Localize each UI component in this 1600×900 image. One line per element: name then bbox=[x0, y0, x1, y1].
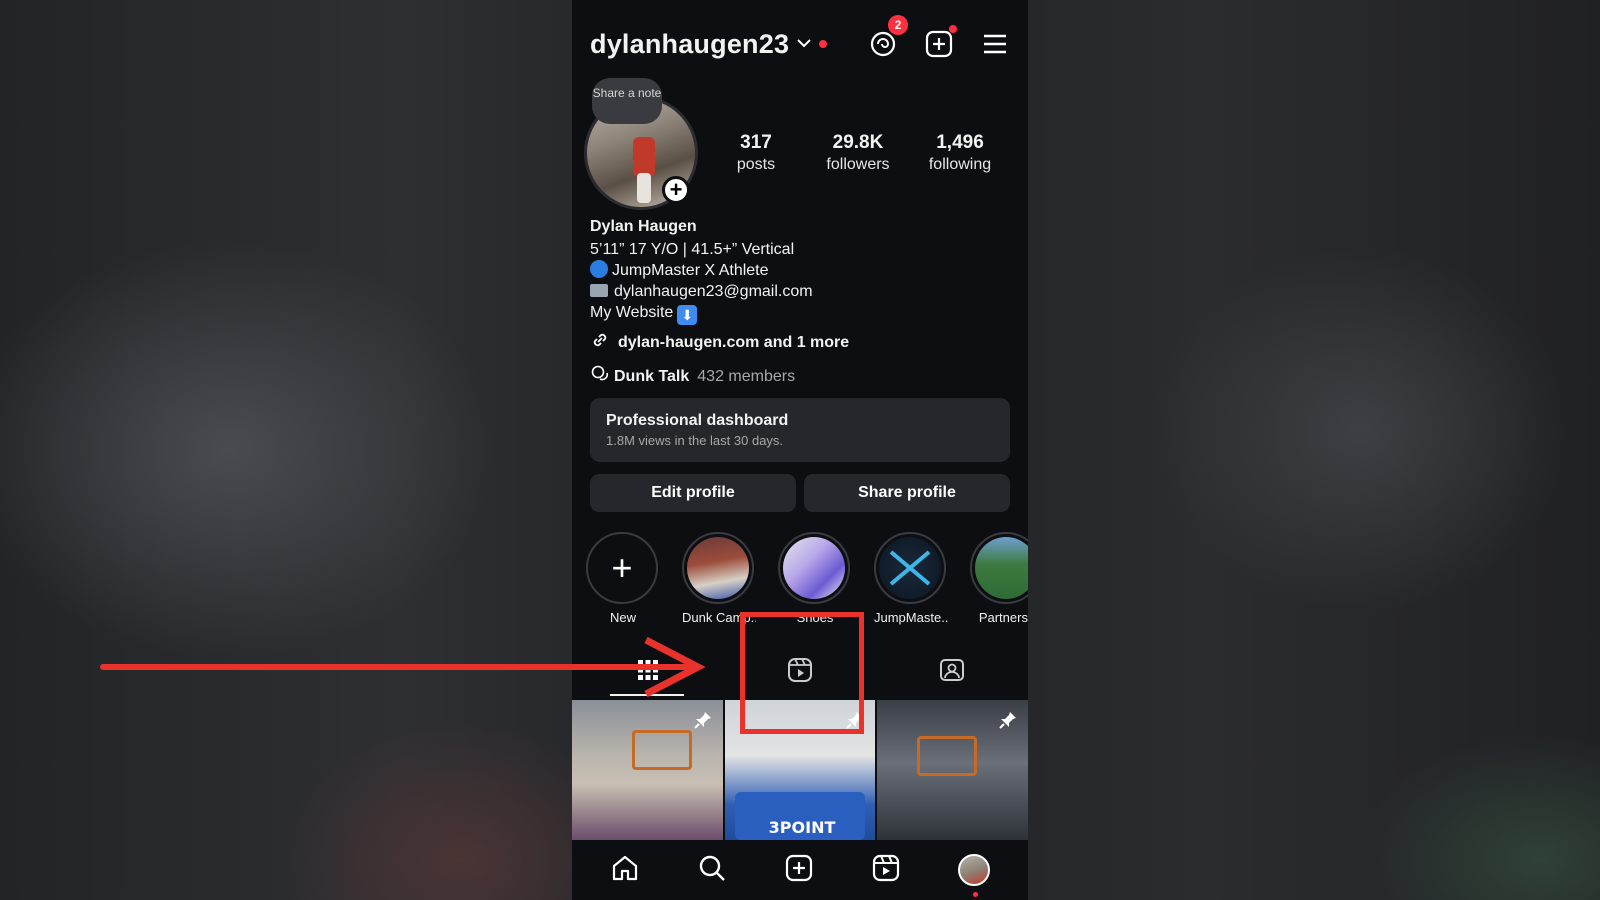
annotation-arrowhead bbox=[644, 636, 706, 698]
highlight-ring: + bbox=[586, 532, 658, 604]
annotation-highlight-box bbox=[740, 612, 864, 734]
threads-badge: 2 bbox=[888, 15, 908, 35]
bio-email[interactable]: dylanhaugen23@gmail.com bbox=[614, 283, 813, 300]
create-notification-dot bbox=[949, 25, 957, 33]
highlight-partnerships[interactable]: Partnersh bbox=[970, 532, 1028, 625]
link-text: dylan-haugen.com and 1 more bbox=[618, 333, 850, 351]
bio-line-1: 5’11” 17 Y/O | 41.5+” Vertical bbox=[590, 241, 795, 258]
account-notification-dot bbox=[819, 40, 828, 48]
highlight-thumbnail bbox=[975, 537, 1028, 599]
profile-avatar-nav[interactable] bbox=[957, 854, 990, 897]
bio-section: Dylan Haugen 5’11” 17 Y/O | 41.5+” Verti… bbox=[590, 216, 1010, 325]
tab-tagged[interactable] bbox=[876, 648, 1028, 696]
highlight-ring bbox=[874, 532, 946, 604]
community-name: Dunk Talk bbox=[614, 367, 690, 385]
dashboard-title: Professional dashboard bbox=[606, 412, 789, 429]
posts-label: posts bbox=[736, 156, 776, 173]
profile-stats: 317 posts 29.8K followers 1,496 followin… bbox=[708, 132, 1008, 174]
highlight-jumpmaster[interactable]: JumpMaste... bbox=[874, 532, 948, 625]
link-icon bbox=[590, 330, 610, 355]
plus-icon: + bbox=[591, 537, 653, 599]
username-title[interactable]: dylanhaugen23 bbox=[590, 29, 789, 60]
post-thumbnail[interactable] bbox=[572, 700, 723, 840]
menu-icon[interactable] bbox=[980, 29, 1010, 59]
profile-notification-dot bbox=[972, 892, 978, 897]
tagged-icon bbox=[939, 657, 965, 688]
avatar-figure bbox=[633, 137, 655, 177]
posts-count: 317 bbox=[740, 132, 772, 153]
bio-line-4-text: My Website bbox=[590, 304, 674, 321]
avatar-figure-legs bbox=[637, 173, 651, 203]
chat-bubbles-icon bbox=[590, 364, 610, 389]
highlight-label: Partnersh bbox=[978, 610, 1028, 625]
highlight-ring bbox=[970, 532, 1028, 604]
bio-line-2: JumpMaster X Athlete bbox=[590, 260, 1010, 281]
share-note-bubble[interactable]: Share a note bbox=[592, 78, 662, 124]
threads-icon[interactable]: 2 bbox=[868, 15, 908, 59]
highlight-thumbnail bbox=[687, 537, 749, 599]
edit-profile-button[interactable]: Edit profile bbox=[590, 474, 796, 512]
create-post-icon[interactable] bbox=[924, 25, 957, 59]
following-count: 1,496 bbox=[936, 132, 984, 153]
highlight-ring bbox=[682, 532, 754, 604]
followers-count: 29.8K bbox=[832, 132, 884, 153]
dashboard-subtitle: 1.8M views in the last 30 days. bbox=[606, 433, 784, 448]
search-icon[interactable] bbox=[697, 853, 727, 888]
reels-icon[interactable] bbox=[871, 853, 901, 888]
email-icon bbox=[590, 284, 608, 297]
bio-line-4: My Website ⬇ bbox=[590, 302, 1010, 325]
blue-circle-icon bbox=[590, 260, 608, 278]
bottom-navigation bbox=[572, 840, 1028, 900]
post-thumbnail[interactable] bbox=[877, 700, 1028, 840]
bio-line-2-text: JumpMaster X Athlete bbox=[612, 262, 769, 279]
banner-text: 3POINT bbox=[768, 818, 836, 837]
highlight-thumbnail bbox=[783, 537, 845, 599]
followers-stat[interactable]: 29.8K followers bbox=[810, 132, 906, 174]
header-actions: 2 bbox=[868, 15, 1010, 62]
following-stat[interactable]: 1,496 following bbox=[912, 132, 1008, 174]
home-icon[interactable] bbox=[610, 853, 640, 888]
pin-icon bbox=[998, 710, 1018, 735]
professional-dashboard-card[interactable]: Professional dashboard 1.8M views in the… bbox=[590, 398, 1010, 462]
community-chat[interactable]: Dunk Talk 432 members bbox=[590, 364, 795, 389]
highlight-label: New bbox=[609, 610, 636, 625]
profile-actions: Edit profile Share profile bbox=[590, 474, 1010, 512]
down-arrow-icon: ⬇ bbox=[677, 305, 698, 325]
followers-label: followers bbox=[826, 156, 890, 173]
basketball-hoop bbox=[917, 736, 978, 776]
community-members: 432 members bbox=[697, 367, 796, 385]
profile-name: Dylan Haugen bbox=[590, 218, 697, 235]
profile-header: dylanhaugen23 2 bbox=[590, 15, 1010, 62]
chevron-down-icon[interactable] bbox=[797, 35, 811, 53]
following-label: following bbox=[928, 156, 992, 173]
create-icon[interactable] bbox=[784, 853, 814, 888]
highlight-new[interactable]: + New bbox=[586, 532, 660, 625]
highlight-ring bbox=[778, 532, 850, 604]
pin-icon bbox=[693, 710, 713, 735]
highlight-label: JumpMaste... bbox=[874, 610, 948, 625]
basketball-hoop bbox=[632, 730, 692, 770]
profile-link[interactable]: dylan-haugen.com and 1 more bbox=[590, 330, 849, 355]
phone-screen: dylanhaugen23 2 Share a note + 317 posts… bbox=[572, 0, 1028, 900]
bio-line-3: dylanhaugen23@gmail.com bbox=[590, 281, 1010, 302]
annotation-arrow bbox=[100, 664, 690, 670]
share-profile-button[interactable]: Share profile bbox=[804, 474, 1010, 512]
add-story-plus-icon[interactable]: + bbox=[662, 176, 690, 204]
highlight-thumbnail bbox=[879, 537, 941, 599]
posts-stat[interactable]: 317 posts bbox=[708, 132, 804, 174]
